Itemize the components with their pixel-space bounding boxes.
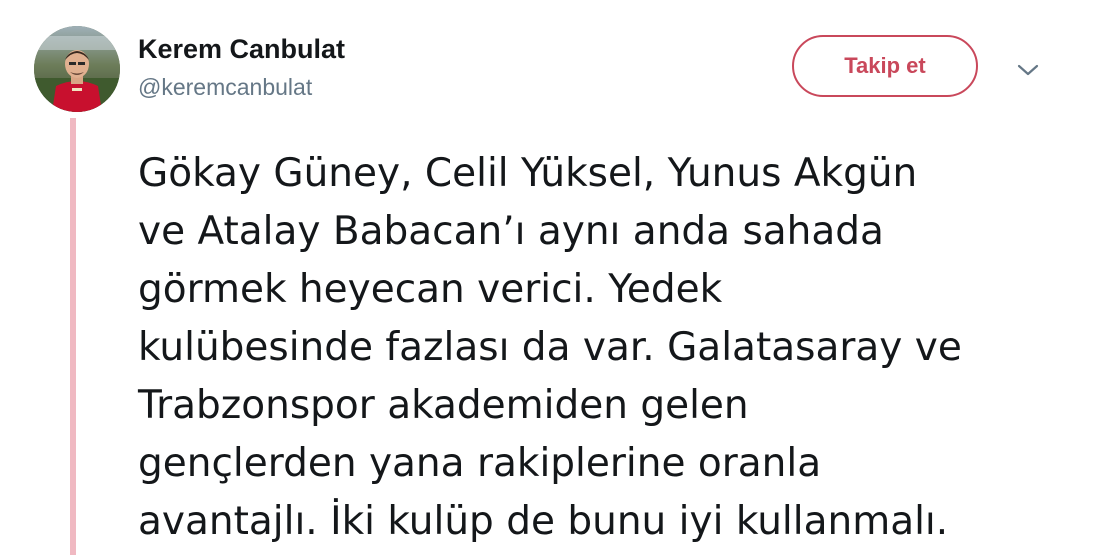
thread-line	[70, 118, 76, 555]
avatar[interactable]	[34, 26, 120, 112]
tweet-text: Gökay Güney, Celil Yüksel, Yunus Akgün v…	[138, 151, 962, 544]
avatar-photo	[34, 26, 120, 112]
tweet-card: Kerem Canbulat @keremcanbulat Takip et G…	[0, 0, 1097, 555]
more-options-button[interactable]	[1012, 58, 1044, 82]
user-handle[interactable]: @keremcanbulat	[138, 72, 345, 102]
user-info[interactable]: Kerem Canbulat @keremcanbulat	[138, 33, 345, 102]
follow-button[interactable]: Takip et	[792, 35, 978, 97]
display-name[interactable]: Kerem Canbulat	[138, 33, 345, 65]
chevron-down-icon	[1017, 64, 1039, 76]
